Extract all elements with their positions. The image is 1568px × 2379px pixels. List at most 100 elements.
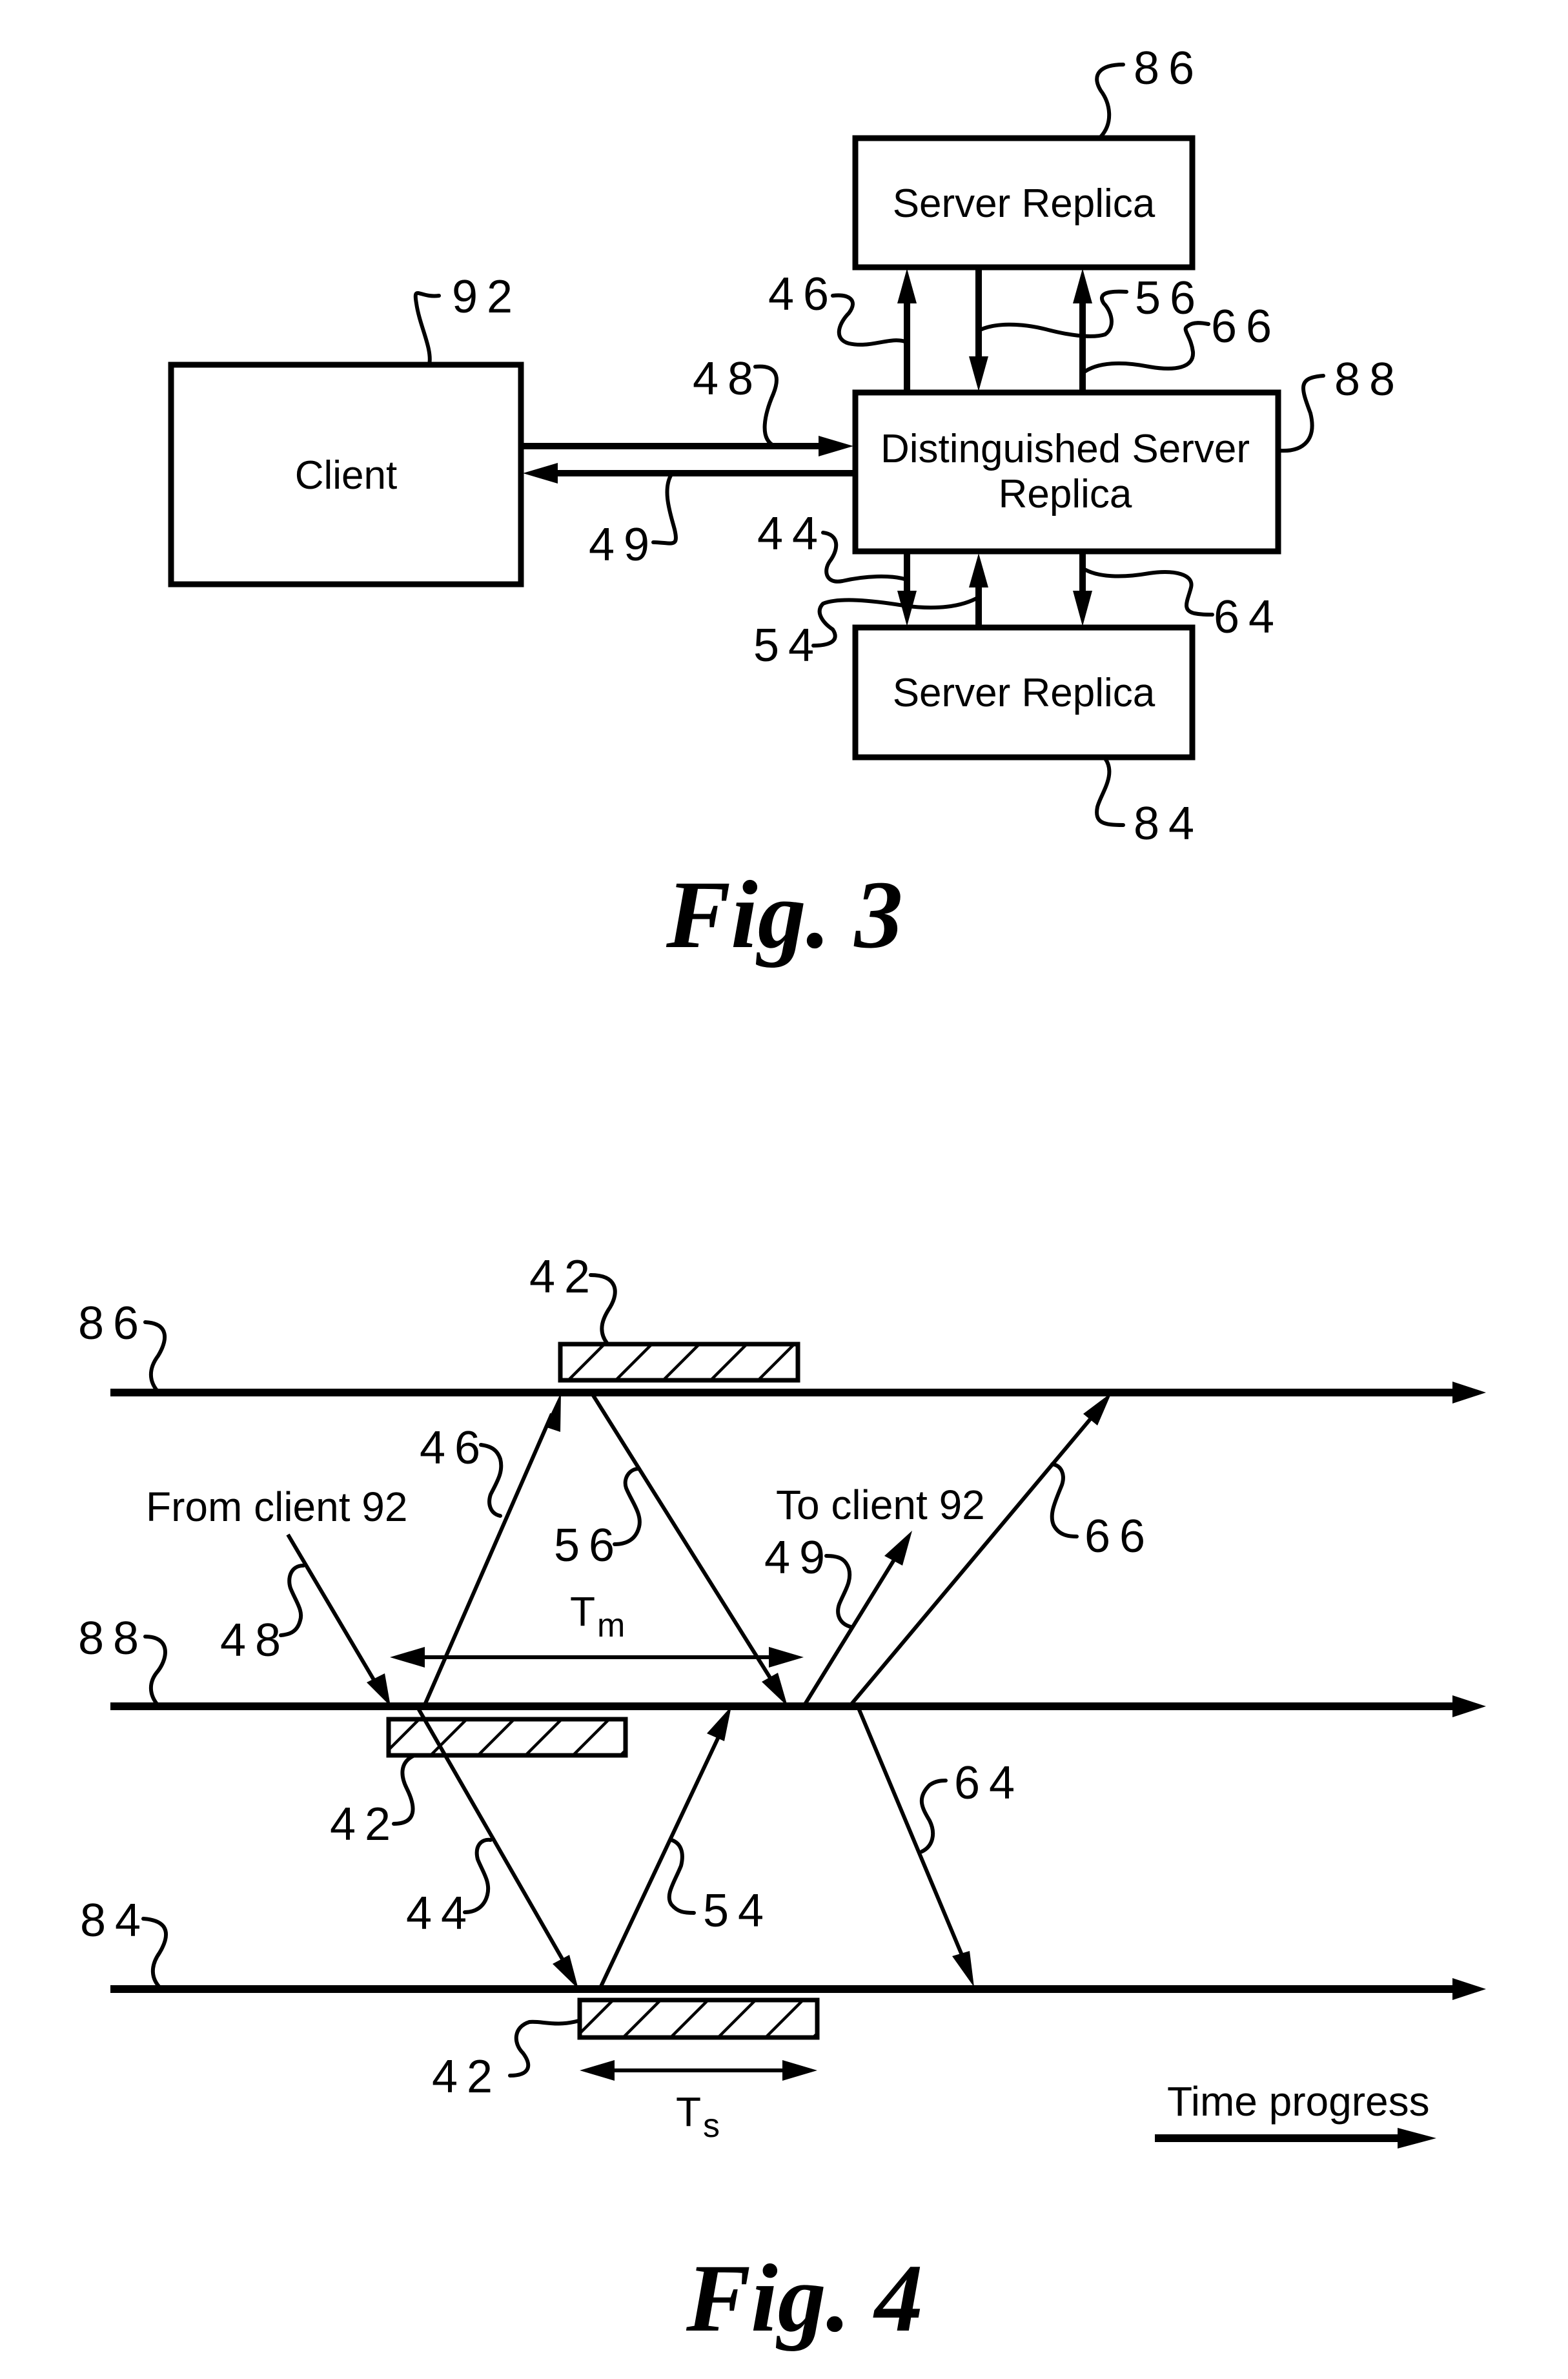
arrowhead — [969, 553, 988, 587]
hatched-box — [577, 1997, 820, 2040]
bottom-server-replica-node: Server Replica 84 — [852, 624, 1203, 850]
arrowhead — [1452, 1978, 1486, 2000]
ref-64: 64 — [1214, 591, 1283, 643]
leader-86 — [1095, 63, 1125, 139]
leader-54 — [667, 1838, 696, 1915]
leader-66 — [1050, 1462, 1079, 1538]
arrowhead — [1452, 1695, 1486, 1717]
arrowhead — [769, 1647, 804, 1668]
leader-42-bot — [508, 2019, 581, 2078]
message-48-from-client: From client 92 48 — [146, 1484, 407, 1706]
ref-48: 48 — [693, 353, 762, 405]
message-49-to-client: To client 92 49 — [764, 1482, 985, 1708]
leader-64 — [1081, 566, 1214, 617]
figure-4-caption: Fig. 4 — [686, 2245, 923, 2352]
top-server-replica-node: Server Replica 86 — [852, 43, 1203, 271]
patent-drawing-sheet: Client 92 Server Replica 86 Distinguishe… — [78, 43, 1486, 2352]
distinguished-label-line1: Distinguished Server — [881, 427, 1250, 471]
message-56: 56 — [554, 1393, 788, 1706]
client-label: Client — [295, 453, 398, 498]
arrowhead — [580, 2060, 615, 2081]
arrow-48-request: 48 — [522, 353, 853, 456]
ref-92: 92 — [452, 271, 522, 323]
ref-56: 56 — [1135, 272, 1205, 324]
ref-66: 66 — [1084, 1511, 1154, 1562]
arrowhead — [897, 269, 917, 303]
ref-66: 66 — [1211, 301, 1281, 352]
bottom-server-label: Server Replica — [893, 671, 1156, 715]
arrowhead — [782, 2060, 817, 2081]
arrowhead — [762, 1673, 788, 1706]
ref-44: 44 — [757, 508, 827, 560]
tm-label: T — [570, 1588, 595, 1635]
ref-88-timeline: 88 — [78, 1613, 148, 1664]
processing-block-bottom: 42 — [432, 1997, 820, 2103]
ref-86: 86 — [1134, 43, 1203, 94]
arrowhead — [390, 1647, 425, 1668]
arrowhead — [952, 1951, 974, 1987]
ref-84: 84 — [1134, 798, 1203, 850]
message-46: 46 — [420, 1393, 561, 1708]
ref-44: 44 — [406, 1888, 476, 1939]
to-client-label: To client 92 — [776, 1482, 985, 1528]
figure-4: 86 88 84 42 42 42 From client 92 48 46 5… — [78, 1251, 1486, 2352]
time-progress-legend: Time progress — [1155, 2078, 1436, 2149]
tm-interval: T m — [390, 1588, 804, 1668]
arrowhead — [707, 1706, 731, 1741]
leader-66 — [1081, 321, 1210, 375]
leader-86 — [143, 1320, 167, 1394]
leader-84 — [1095, 757, 1125, 827]
arrowhead — [884, 1531, 912, 1566]
leader-64 — [919, 1779, 948, 1853]
ref-42-mid: 42 — [330, 1799, 400, 1850]
arrowhead — [545, 1393, 561, 1432]
leader-46 — [831, 293, 909, 347]
time-progress-arrowhead — [1398, 2128, 1436, 2149]
ref-42-top: 42 — [529, 1251, 599, 1303]
distinguished-label-line2: Replica — [999, 472, 1132, 516]
leader-56 — [977, 289, 1128, 338]
time-progress-label: Time progress — [1167, 2078, 1430, 2125]
from-client-label: From client 92 — [146, 1484, 407, 1530]
arrow-46-to-top: 46 — [768, 269, 917, 393]
leader-88 — [1278, 374, 1325, 453]
arrowhead — [819, 436, 853, 456]
ts-subscript: s — [703, 2107, 720, 2145]
ref-46: 46 — [768, 269, 838, 320]
client-node: Client 92 — [168, 271, 524, 587]
ref-64: 64 — [954, 1757, 1024, 1809]
arrowhead — [367, 1673, 391, 1706]
processing-block-top: 42 — [529, 1251, 800, 1383]
arrowhead — [1073, 591, 1092, 626]
tm-subscript: m — [597, 1607, 625, 1644]
leader-92 — [413, 291, 441, 367]
ref-56: 56 — [554, 1520, 624, 1571]
arrowhead — [553, 1955, 578, 1989]
ref-86-timeline: 86 — [78, 1298, 148, 1349]
ts-label: T — [676, 2088, 701, 2135]
top-server-label: Server Replica — [893, 181, 1156, 226]
arrowhead — [1452, 1382, 1486, 1404]
ref-46: 46 — [420, 1422, 489, 1474]
distinguished-server-node: Distinguished Server Replica 88 — [852, 354, 1404, 555]
ref-54: 54 — [703, 1885, 773, 1937]
arrowhead — [523, 463, 558, 484]
timeline-84: 84 — [80, 1895, 1486, 2000]
message-64: 64 — [857, 1707, 1024, 1987]
hatched-box — [558, 1342, 800, 1383]
figure-3-caption: Fig. 3 — [666, 861, 903, 968]
ref-88: 88 — [1334, 354, 1404, 405]
arrowhead — [969, 356, 988, 391]
arrowhead — [1073, 269, 1092, 303]
hatched-box — [386, 1717, 628, 1758]
figure-3: Client 92 Server Replica 86 Distinguishe… — [168, 43, 1404, 968]
ref-48: 48 — [220, 1615, 290, 1666]
ref-54: 54 — [753, 620, 823, 671]
ref-84-timeline: 84 — [80, 1895, 150, 1946]
ref-49: 49 — [589, 519, 658, 571]
ts-interval: T s — [580, 2060, 817, 2145]
ref-49: 49 — [764, 1532, 834, 1584]
leader-88 — [143, 1635, 167, 1708]
processing-block-middle: 42 — [330, 1717, 628, 1850]
ref-42-bot: 42 — [432, 2051, 502, 2103]
